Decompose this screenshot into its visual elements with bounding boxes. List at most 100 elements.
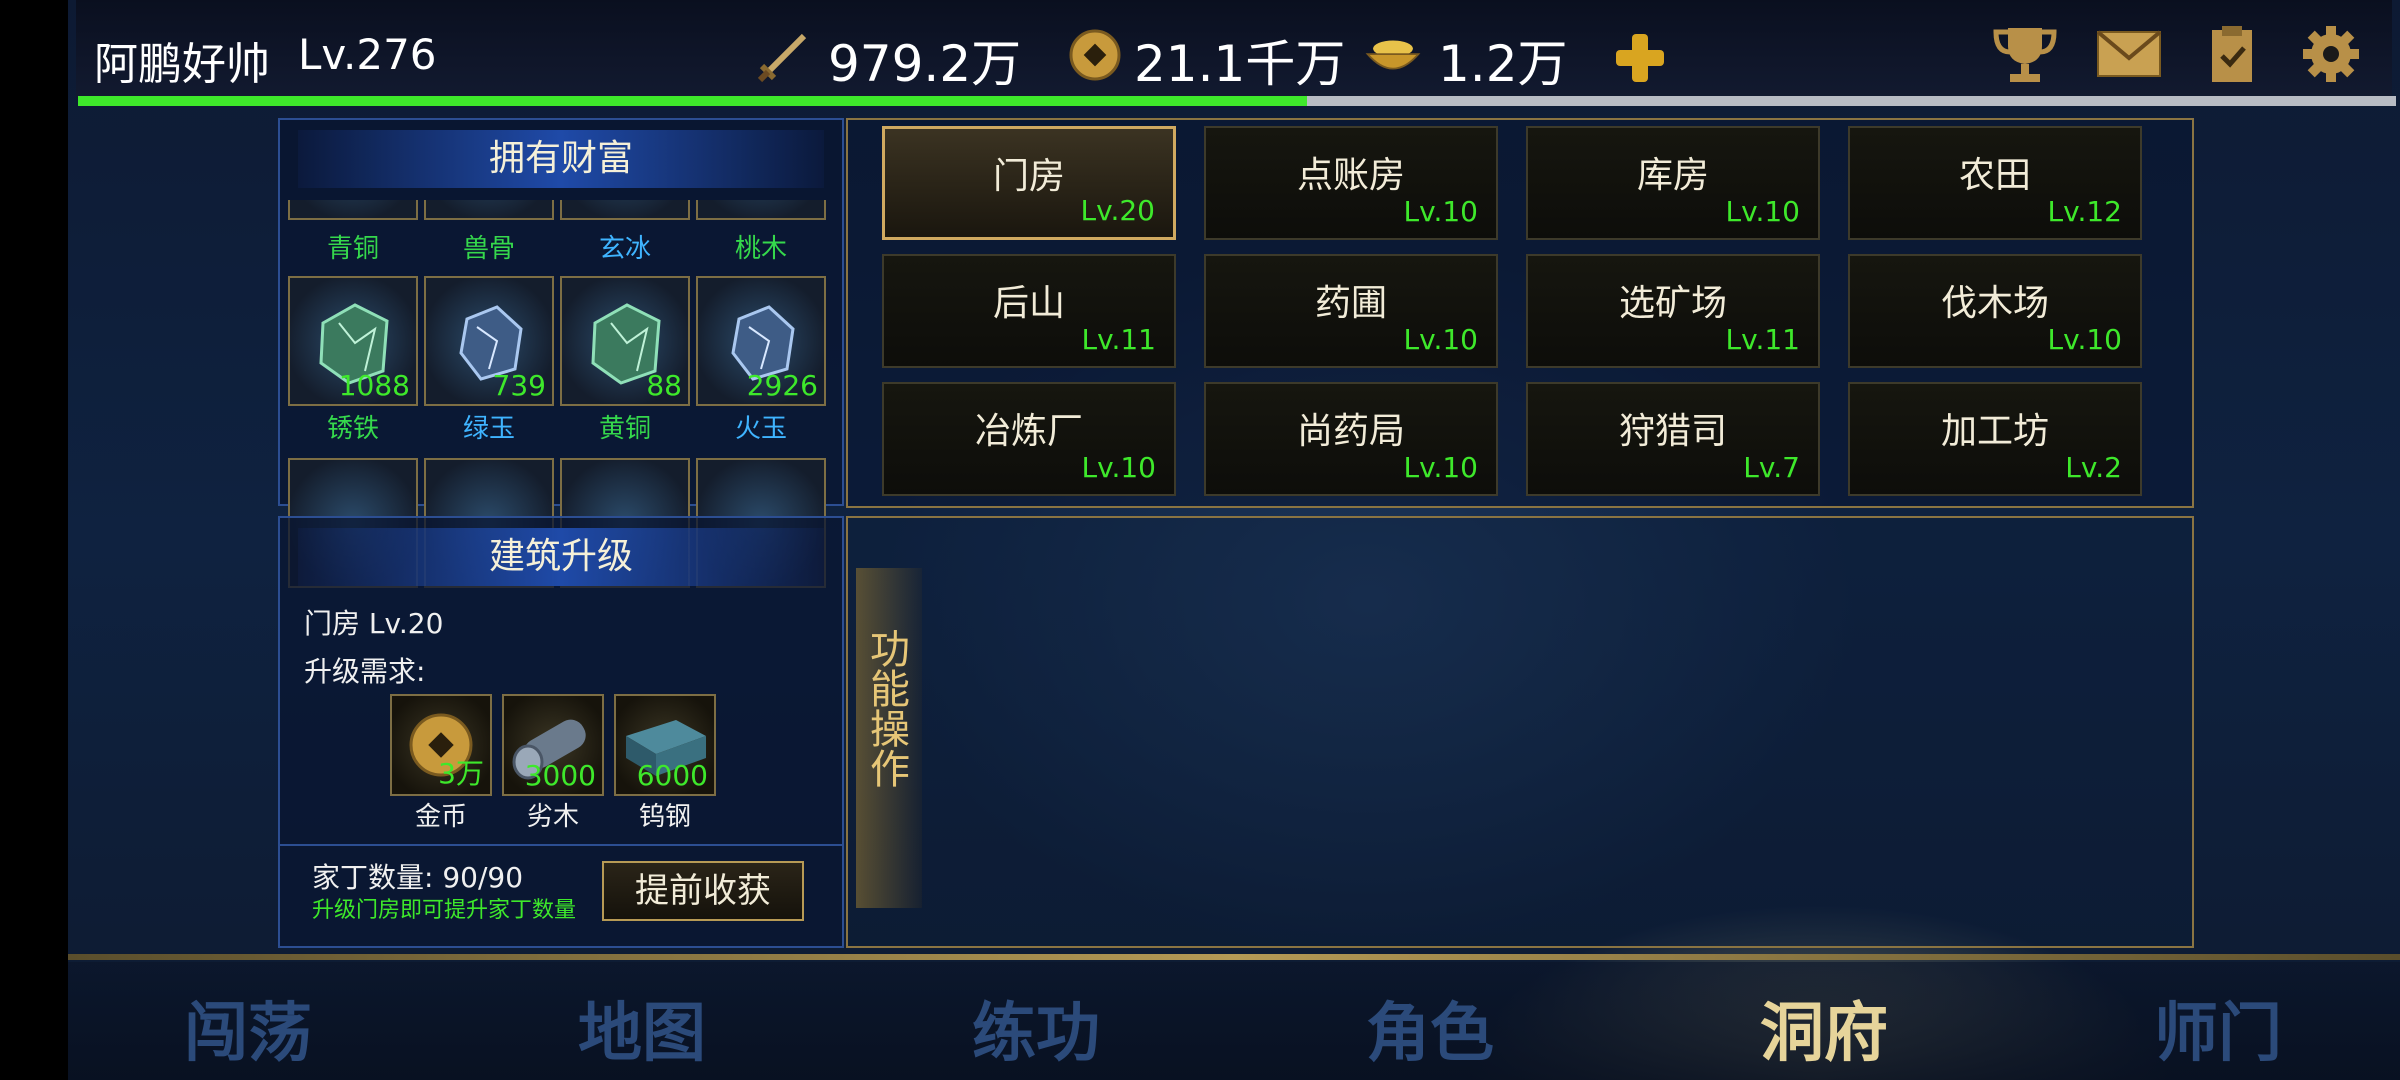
- resource-slot-brass[interactable]: 88: [560, 276, 690, 406]
- ingot-bowl-icon: [1365, 40, 1421, 70]
- building-card[interactable]: 加工坊 Lv.2: [1848, 382, 2142, 496]
- building-card[interactable]: 狩猎司 Lv.7: [1526, 382, 1820, 496]
- resource-slot[interactable]: [424, 200, 554, 220]
- requirement-qty: 6000: [636, 759, 708, 792]
- nav-divider: [68, 954, 2400, 960]
- ingot-value: 1.2万: [1438, 35, 1568, 93]
- experience-bar: [78, 96, 2396, 106]
- mail-icon[interactable]: [2094, 22, 2164, 86]
- building-name: 尚药局: [1296, 411, 1405, 452]
- resource-label: 绿玉: [462, 414, 515, 444]
- resource-label: 兽骨: [462, 234, 515, 264]
- resource-qty: 2926: [746, 369, 818, 402]
- resource-slot-green-jade[interactable]: 739: [424, 276, 554, 406]
- upgrade-divider: [280, 844, 842, 846]
- building-level: Lv.10: [1403, 451, 1478, 484]
- function-panel: 功能操作: [846, 516, 2194, 948]
- gear-icon[interactable]: [2296, 22, 2366, 86]
- building-card[interactable]: 尚药局 Lv.10: [1204, 382, 1498, 496]
- wealth-panel: 拥有财富 青铜 兽骨 玄冰 桃木 1088: [278, 118, 844, 588]
- resource-label: 锈铁: [326, 414, 379, 444]
- building-name: 狩猎司: [1618, 411, 1727, 452]
- building-name: 农田: [1958, 155, 2031, 196]
- nav-tab-training[interactable]: 练功: [936, 982, 1136, 1074]
- nav-tab-sect[interactable]: 师门: [2118, 982, 2318, 1074]
- building-name: 加工坊: [1940, 411, 2049, 452]
- resource-slot[interactable]: [560, 200, 690, 220]
- resource-slot[interactable]: [288, 200, 418, 220]
- requirement-label: 钨钢: [638, 802, 691, 832]
- experience-bar-fill: [78, 96, 1307, 106]
- resource-label: 玄冰: [598, 234, 651, 264]
- building-card[interactable]: 后山 Lv.11: [882, 254, 1176, 368]
- building-level: Lv.10: [1725, 195, 1800, 228]
- building-name: 选矿场: [1618, 283, 1727, 324]
- power-value: 979.2万: [828, 35, 1022, 93]
- building-level: Lv.11: [1081, 323, 1156, 356]
- building-name: 冶炼厂: [974, 411, 1083, 452]
- building-card[interactable]: 伐木场 Lv.10: [1848, 254, 2142, 368]
- resource-qty: 739: [492, 369, 546, 402]
- wealth-panel-title-overlay: 拥有财富: [298, 130, 824, 188]
- building-level: Lv.12: [2047, 195, 2122, 228]
- building-card[interactable]: 库房 Lv.10: [1526, 126, 1820, 240]
- building-level: Lv.7: [1743, 451, 1800, 484]
- requirement-wood[interactable]: 3000: [502, 694, 604, 796]
- servant-count: 家丁数量: 90/90: [312, 861, 524, 894]
- resource-slot-rusty-iron[interactable]: 1088: [288, 276, 418, 406]
- nav-tab-adventure[interactable]: 闯荡: [148, 982, 348, 1074]
- resource-slot-fire-jade[interactable]: 2926: [696, 276, 826, 406]
- function-tab[interactable]: 功能操作: [856, 568, 922, 908]
- requirement-steel[interactable]: 6000: [614, 694, 716, 796]
- coin-icon: [1069, 29, 1121, 81]
- building-card[interactable]: 门房 Lv.20: [882, 126, 1176, 240]
- building-level: Lv.11: [1725, 323, 1800, 356]
- sword-icon: [757, 33, 807, 83]
- building-card[interactable]: 药圃 Lv.10: [1204, 254, 1498, 368]
- upgrade-panel: 建筑升级 门房 Lv.20 升级需求: 3万 3000 6000 金币 劣木 钨…: [278, 516, 844, 948]
- building-level: Lv.2: [2065, 451, 2122, 484]
- requirement-coin[interactable]: 3万: [390, 694, 492, 796]
- early-harvest-button[interactable]: 提前收获: [602, 861, 804, 921]
- buildings-panel: 门房 Lv.20 点账房 Lv.10 库房 Lv.10 农田 Lv.12 后山 Lv.11 药圃 Lv…: [846, 118, 2194, 508]
- resource-label: 桃木: [734, 234, 787, 264]
- building-name: 库房: [1636, 155, 1709, 196]
- building-level: Lv.10: [1403, 323, 1478, 356]
- resource-qty: 88: [646, 369, 682, 402]
- building-level: Lv.10: [2047, 323, 2122, 356]
- resource-label: 青铜: [326, 234, 379, 264]
- building-name: 药圃: [1314, 283, 1387, 324]
- nav-tab-map[interactable]: 地图: [542, 982, 742, 1074]
- requirement-label: 金币: [414, 802, 467, 832]
- clipboard-icon[interactable]: [2196, 22, 2266, 86]
- building-level: Lv.20: [1080, 194, 1155, 227]
- building-name: 点账房: [1296, 155, 1405, 196]
- resource-label: 黄铜: [598, 414, 651, 444]
- building-level: Lv.10: [1081, 451, 1156, 484]
- requirement-qty: 3万: [438, 757, 484, 790]
- building-card[interactable]: 点账房 Lv.10: [1204, 126, 1498, 240]
- nav-tab-cave[interactable]: 洞府: [1724, 982, 1924, 1074]
- building-card[interactable]: 农田 Lv.12: [1848, 126, 2142, 240]
- building-card[interactable]: 选矿场 Lv.11: [1526, 254, 1820, 368]
- building-card[interactable]: 冶炼厂 Lv.10: [882, 382, 1176, 496]
- building-level: Lv.10: [1403, 195, 1478, 228]
- resource-slot[interactable]: [696, 200, 826, 220]
- upgrade-building: 门房 Lv.20: [304, 607, 444, 640]
- bottom-nav: 闯荡 地图 练功 角色 洞府 师门: [68, 962, 2400, 1080]
- building-name: 门房: [992, 156, 1065, 197]
- player-name[interactable]: 阿鹏好帅: [94, 28, 270, 92]
- building-name: 伐木场: [1940, 283, 2049, 324]
- nav-tab-character[interactable]: 角色: [1330, 982, 1530, 1074]
- resource-qty: 1088: [338, 369, 410, 402]
- requirement-label: 劣木: [526, 802, 579, 832]
- plus-icon[interactable]: [1612, 30, 1668, 86]
- resource-label: 火玉: [734, 414, 787, 444]
- upgrade-requirement-label: 升级需求:: [304, 655, 426, 688]
- function-tab-label: 功能操作: [863, 628, 909, 788]
- upgrade-panel-title: 建筑升级: [298, 528, 824, 586]
- coin-value: 21.1千万: [1134, 35, 1346, 93]
- building-name: 后山: [992, 283, 1065, 324]
- player-level: Lv.276: [298, 30, 437, 79]
- trophy-icon[interactable]: [1990, 22, 2060, 86]
